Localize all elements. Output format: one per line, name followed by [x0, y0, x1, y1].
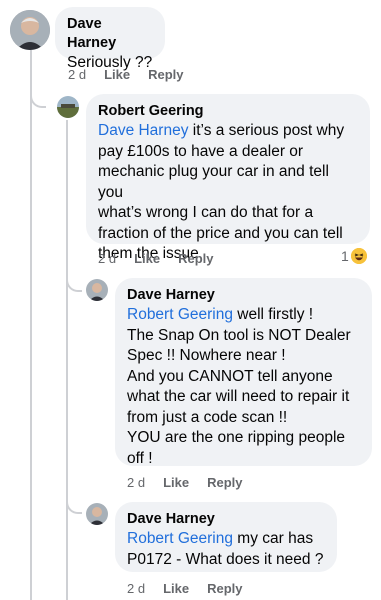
- mention-link[interactable]: Dave Harney: [98, 122, 188, 139]
- comment-timestamp[interactable]: 2 d: [68, 67, 86, 82]
- like-button[interactable]: Like: [163, 581, 189, 596]
- thread-line-main: [30, 50, 32, 600]
- comment-text-segment: it’s a serious post why: [188, 122, 345, 139]
- comment-text: Robert Geering my car has: [127, 529, 325, 550]
- reply-button[interactable]: Reply: [148, 67, 183, 82]
- comment-text-line: fraction of the price and you can tell: [98, 224, 343, 242]
- comment-text-line: pay £100s to have a dealer or: [98, 142, 304, 160]
- mention-link[interactable]: Robert Geering: [127, 306, 233, 323]
- thread-curve-1: [30, 88, 46, 108]
- comment-text-line: The Snap On tool is NOT Dealer: [127, 326, 351, 344]
- comment-actions: 2 d Like Reply: [98, 251, 214, 266]
- comment-actions: 2 d Like Reply: [127, 581, 243, 596]
- comment-text-line: off !: [127, 449, 153, 467]
- comment-timestamp[interactable]: 2 d: [127, 581, 145, 596]
- avatar-robert-geering[interactable]: [57, 96, 79, 118]
- comment-text: Dave Harney it’s a serious post why: [98, 121, 358, 142]
- comment-text-line: mechanic plug your car in and tell you: [98, 163, 329, 201]
- avatar-dave-harney[interactable]: [86, 279, 108, 301]
- haha-emoji-icon: [350, 248, 367, 264]
- avatar-dave-harney[interactable]: [86, 503, 108, 525]
- comment-text-line: P0172 - What does it need ?: [127, 550, 324, 568]
- reply-button[interactable]: Reply: [207, 581, 242, 596]
- comment-bubble: Dave Harney Robert Geering my car has P0…: [115, 502, 337, 572]
- comment-bubble: Dave Harney Robert Geering well firstly …: [115, 278, 372, 467]
- thread-line-reply: [66, 120, 68, 600]
- avatar-dave-harney[interactable]: [10, 10, 50, 50]
- comment-text: Robert Geering well firstly !: [127, 305, 360, 326]
- comment-text-line: from just a code scan !!: [127, 408, 288, 426]
- comment-timestamp[interactable]: 2 d: [127, 475, 145, 490]
- comment-author[interactable]: Robert Geering: [98, 102, 358, 121]
- like-button[interactable]: Like: [104, 67, 130, 82]
- mention-link[interactable]: Robert Geering: [127, 530, 233, 547]
- like-button[interactable]: Like: [163, 475, 189, 490]
- comment-author[interactable]: Dave Harney: [127, 510, 325, 529]
- thread-curve-3: [66, 494, 82, 514]
- comment-text-line: YOU are the one ripping people: [127, 429, 346, 446]
- comment-text-line: Spec !! Nowhere near !: [127, 347, 286, 364]
- comment-author[interactable]: Dave Harney: [127, 286, 360, 305]
- comment-text-line: And you CANNOT tell anyone: [127, 367, 333, 385]
- comment-bubble: Robert Geering Dave Harney it’s a seriou…: [86, 94, 370, 262]
- comment-actions: 2 d Like Reply: [127, 475, 243, 490]
- comment-text-line: what the car will need to repair it: [127, 388, 350, 405]
- reaction-summary[interactable]: 1: [341, 248, 367, 264]
- reaction-count: 1: [341, 248, 349, 264]
- comment-text-segment: my car has: [232, 530, 314, 547]
- comment-actions: 2 d Like Reply: [68, 67, 184, 82]
- comment-bubble: Dave Harney Seriously ??: [55, 7, 165, 71]
- comment-author[interactable]: Dave Harney: [67, 15, 153, 53]
- comment-text-segment: well firstly !: [232, 306, 314, 323]
- reply-button[interactable]: Reply: [207, 475, 242, 490]
- reply-button[interactable]: Reply: [178, 251, 213, 266]
- thread-curve-2: [66, 272, 82, 292]
- comment-timestamp[interactable]: 2 d: [98, 251, 116, 266]
- comment-text-line: what’s wrong I can do that for a: [98, 204, 314, 221]
- like-button[interactable]: Like: [134, 251, 160, 266]
